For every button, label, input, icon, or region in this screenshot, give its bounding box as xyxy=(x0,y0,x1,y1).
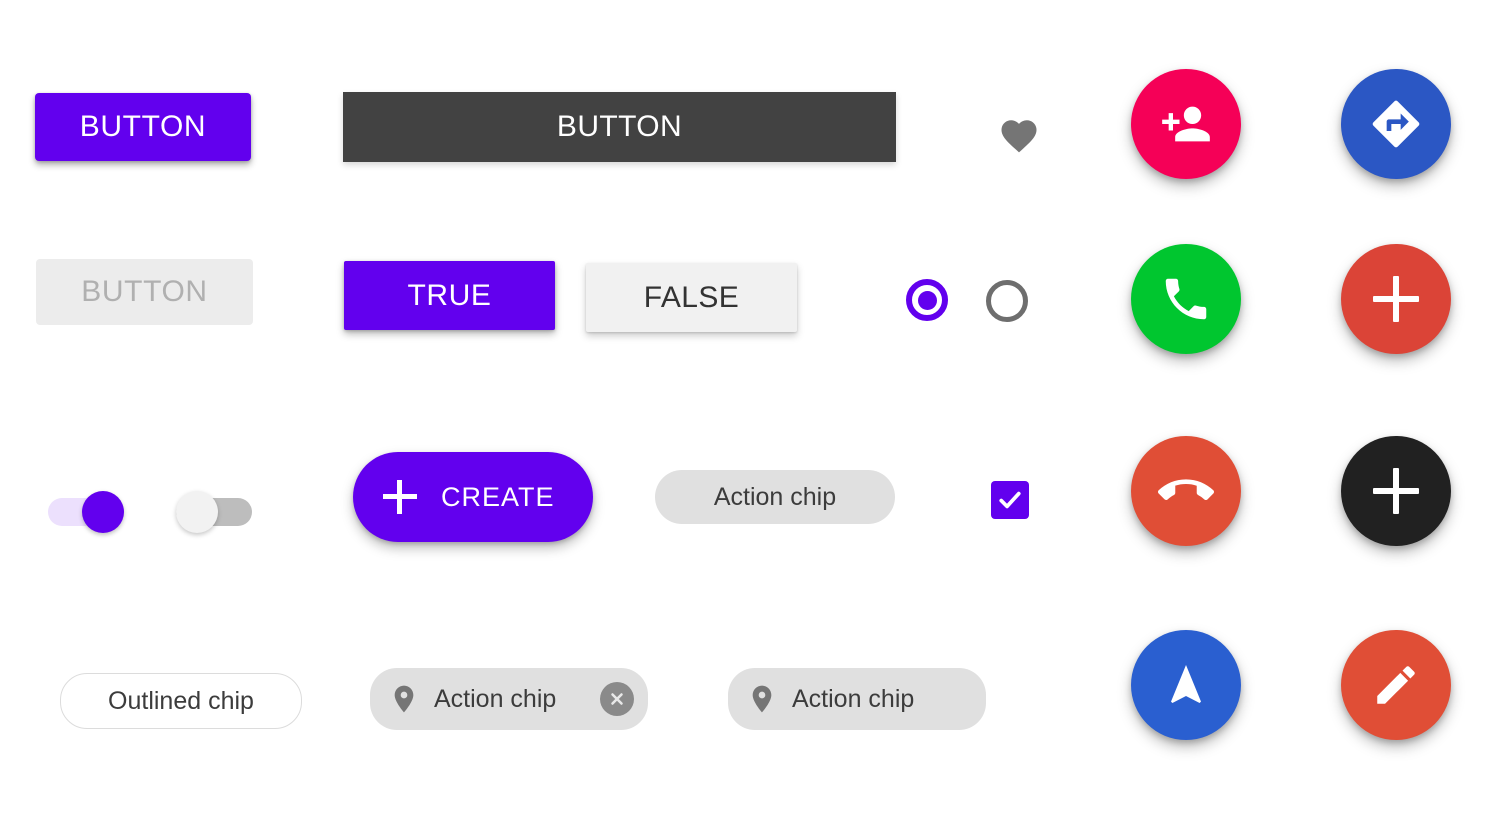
plus-icon xyxy=(383,480,417,514)
person-add-icon xyxy=(1162,106,1210,142)
location-pin-icon xyxy=(394,685,414,713)
outlined-chip-label: Outlined chip xyxy=(108,686,254,715)
action-chip[interactable]: Action chip xyxy=(655,470,895,524)
switch-on[interactable] xyxy=(48,491,124,533)
checkbox-checked[interactable] xyxy=(991,481,1029,519)
action-chip-label: Action chip xyxy=(713,482,837,511)
toggle-false-button[interactable]: FALSE xyxy=(586,263,797,332)
favorite-button[interactable] xyxy=(996,113,1042,159)
create-extended-fab[interactable]: CREATE xyxy=(353,452,593,542)
radio-checked-icon xyxy=(917,290,937,310)
navigation-fab[interactable] xyxy=(1131,630,1241,740)
call-fab[interactable] xyxy=(1131,244,1241,354)
action-chip-with-icon[interactable]: Action chip xyxy=(728,668,986,730)
action-chip-with-close[interactable]: Action chip xyxy=(370,668,648,730)
action-chip-label: Action chip xyxy=(434,684,557,713)
radio-button-unselected[interactable] xyxy=(986,280,1028,322)
check-icon xyxy=(999,491,1021,509)
material-components-showcase: BUTTON BUTTON BUTTON TRUE FALSE CREATE A… xyxy=(0,0,1500,822)
navigation-arrow-icon xyxy=(1171,665,1201,703)
switch-thumb xyxy=(176,491,218,533)
toggle-true-button[interactable]: TRUE xyxy=(344,261,555,330)
phone-icon xyxy=(1165,278,1207,320)
location-pin-icon xyxy=(752,685,772,713)
person-add-fab[interactable] xyxy=(1131,69,1241,179)
plus-icon xyxy=(1373,276,1419,322)
add-fab-red[interactable] xyxy=(1341,244,1451,354)
add-fab-black[interactable] xyxy=(1341,436,1451,546)
call-end-icon xyxy=(1158,479,1214,501)
directions-icon xyxy=(1372,100,1420,148)
create-fab-label: CREATE xyxy=(441,481,555,512)
switch-off[interactable] xyxy=(176,491,252,533)
outlined-chip[interactable]: Outlined chip xyxy=(60,673,302,729)
heart-icon xyxy=(1001,120,1037,153)
radio-button-selected[interactable] xyxy=(906,279,948,321)
pencil-icon xyxy=(1377,666,1415,704)
switch-thumb xyxy=(82,491,124,533)
close-icon xyxy=(611,693,623,705)
edit-fab[interactable] xyxy=(1341,630,1451,740)
disabled-button: BUTTON xyxy=(36,259,253,325)
directions-fab[interactable] xyxy=(1341,69,1451,179)
plus-icon xyxy=(1373,468,1419,514)
call-end-fab[interactable] xyxy=(1131,436,1241,546)
action-chip-label: Action chip xyxy=(792,684,915,713)
chip-close-button[interactable] xyxy=(600,682,634,716)
dark-bar-button[interactable]: BUTTON xyxy=(343,92,896,162)
contained-button[interactable]: BUTTON xyxy=(35,93,251,161)
